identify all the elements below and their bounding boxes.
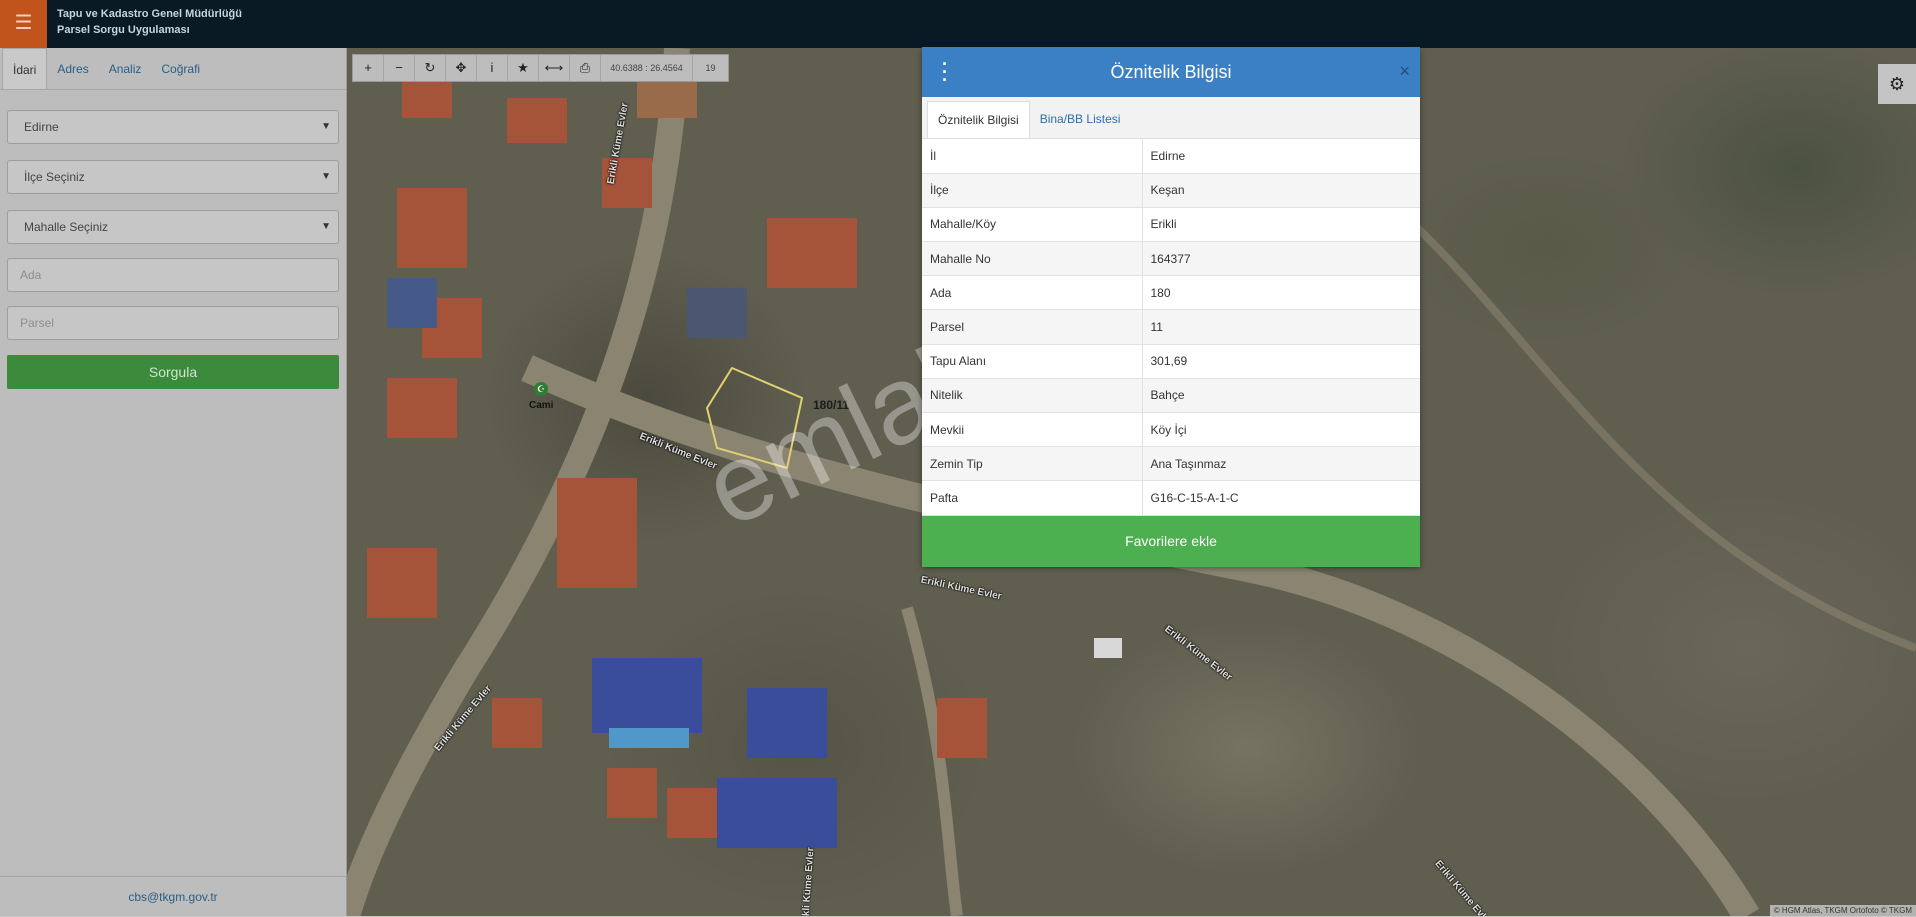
tab-oznitelik[interactable]: Öznitelik Bilgisi (927, 101, 1030, 138)
print-icon[interactable]: ⎙ (570, 55, 601, 81)
row-key: Nitelik (922, 378, 1143, 414)
table-row: İl Edirne (922, 139, 1420, 174)
zoom-level: 19 (705, 63, 716, 73)
settings-button[interactable]: ⚙ (1878, 64, 1916, 104)
coordinate-readout: 40.6388 : 26.4564 (601, 55, 693, 81)
top-bar: ☰ Tapu ve Kadastro Genel Müdürlüğü Parse… (0, 0, 1916, 48)
table-row: Pafta G16-C-15-A-1-C (922, 480, 1420, 516)
row-value: 301,69 (1142, 344, 1420, 379)
table-row: Ada 180 (922, 275, 1420, 311)
locate-icon[interactable]: ✥ (446, 55, 477, 81)
tab-analiz[interactable]: Analiz (99, 48, 152, 89)
hamburger-menu-button[interactable]: ☰ (0, 0, 47, 48)
popup-tabs: Öznitelik Bilgisi Bina/BB Listesi (922, 97, 1420, 139)
app-title-line1: Tapu ve Kadastro Genel Müdürlüğü (57, 8, 242, 20)
info-icon[interactable]: i (477, 55, 508, 81)
zoom-out-button[interactable]: − (384, 55, 415, 81)
il-select[interactable]: Edirne ▼ (7, 110, 339, 144)
map-attribution: © HGM Atlas, TKGM Ortofoto © TKGM (1769, 905, 1916, 916)
table-row: Zemin Tip Ana Taşınmaz (922, 446, 1420, 482)
ilce-select[interactable]: İlçe Seçiniz ▼ (7, 160, 339, 194)
zoom-in-button[interactable]: + (353, 55, 384, 81)
measure-icon[interactable]: ⟷ (539, 55, 570, 81)
attribute-table: İl Edirne İlçe Keşan Mahalle/Köy Erikli Mah… (922, 139, 1420, 516)
footer-email-link[interactable]: cbs@tkgm.gov.tr (0, 876, 346, 916)
ada-input[interactable]: Ada (7, 258, 339, 292)
table-row: Mevkii Köy İçi (922, 412, 1420, 448)
map-toolbar: + − ↻ ✥ i ★ ⟷ ⎙ 40.6388 : 26.4564 19 (352, 54, 729, 82)
table-row: İlçe Keşan (922, 173, 1420, 208)
tab-idari[interactable]: İdari (2, 48, 48, 89)
row-key: Mahalle/Köy (922, 207, 1143, 243)
sidebar: İdari Adres Analiz Coğrafi Edirne ▼ İlçe… (0, 48, 347, 916)
row-value: Ana Taşınmaz (1142, 446, 1420, 482)
query-form: Edirne ▼ İlçe Seçiniz ▼ Mahalle Seçiniz … (0, 110, 346, 389)
row-value: G16-C-15-A-1-C (1142, 480, 1420, 516)
row-value: Edirne (1142, 139, 1420, 174)
table-row: Mahalle/Köy Erikli (922, 207, 1420, 243)
row-value: Keşan (1142, 173, 1420, 208)
chevron-down-icon: ▼ (321, 171, 331, 182)
close-icon[interactable]: × (1399, 61, 1410, 82)
tab-cografi[interactable]: Coğrafi (151, 48, 210, 89)
popup-title: Öznitelik Bilgisi (1110, 62, 1232, 82)
sorgula-button[interactable]: Sorgula (7, 355, 339, 389)
row-value: Köy İçi (1142, 412, 1420, 448)
row-key: Parsel (922, 309, 1143, 345)
il-select-value: Edirne (24, 120, 59, 134)
mahalle-select[interactable]: Mahalle Seçiniz ▼ (7, 210, 339, 244)
row-key: Zemin Tip (922, 446, 1143, 482)
star-icon[interactable]: ★ (508, 55, 539, 81)
poi-label: Cami (529, 400, 554, 411)
row-value: 180 (1142, 275, 1420, 311)
row-key: Mevkii (922, 412, 1143, 448)
table-row: Parsel 11 (922, 309, 1420, 345)
row-key: Pafta (922, 480, 1143, 516)
row-value: 11 (1142, 309, 1420, 345)
tab-bina-listesi[interactable]: Bina/BB Listesi (1030, 101, 1131, 138)
parsel-input[interactable]: Parsel (7, 306, 339, 340)
mosque-icon: ☪ (534, 382, 548, 396)
row-key: Mahalle No (922, 241, 1143, 277)
table-row: Tapu Alanı 301,69 (922, 344, 1420, 379)
mahalle-select-value: Mahalle Seçiniz (24, 220, 109, 234)
chevron-down-icon: ▼ (321, 221, 331, 232)
tab-adres[interactable]: Adres (47, 48, 98, 89)
app-title-line2: Parsel Sorgu Uygulaması (57, 24, 190, 36)
attribute-popup: · · · Öznitelik Bilgisi × Öznitelik Bilgis… (922, 47, 1420, 567)
row-value: 164377 (1142, 241, 1420, 277)
row-key: Tapu Alanı (922, 344, 1143, 379)
row-key: İlçe (922, 173, 1143, 208)
ilce-select-value: İlçe Seçiniz (24, 170, 85, 184)
row-value: Erikli (1142, 207, 1420, 243)
gear-icon: ⚙ (1888, 74, 1906, 94)
app-title: Tapu ve Kadastro Genel Müdürlüğü Parsel … (57, 6, 242, 38)
table-row: Mahalle No 164377 (922, 241, 1420, 277)
popup-header: · · · Öznitelik Bilgisi × (922, 47, 1420, 97)
row-value: Bahçe (1142, 378, 1420, 414)
hamburger-icon: ☰ (14, 12, 33, 34)
refresh-icon[interactable]: ↻ (415, 55, 446, 81)
sidebar-tabs: İdari Adres Analiz Coğrafi (0, 48, 346, 90)
chevron-down-icon: ▼ (321, 121, 331, 132)
table-row: Nitelik Bahçe (922, 378, 1420, 414)
add-to-favorites-button[interactable]: Favorilere ekle (922, 515, 1420, 567)
row-key: İl (922, 139, 1143, 174)
row-key: Ada (922, 275, 1143, 311)
